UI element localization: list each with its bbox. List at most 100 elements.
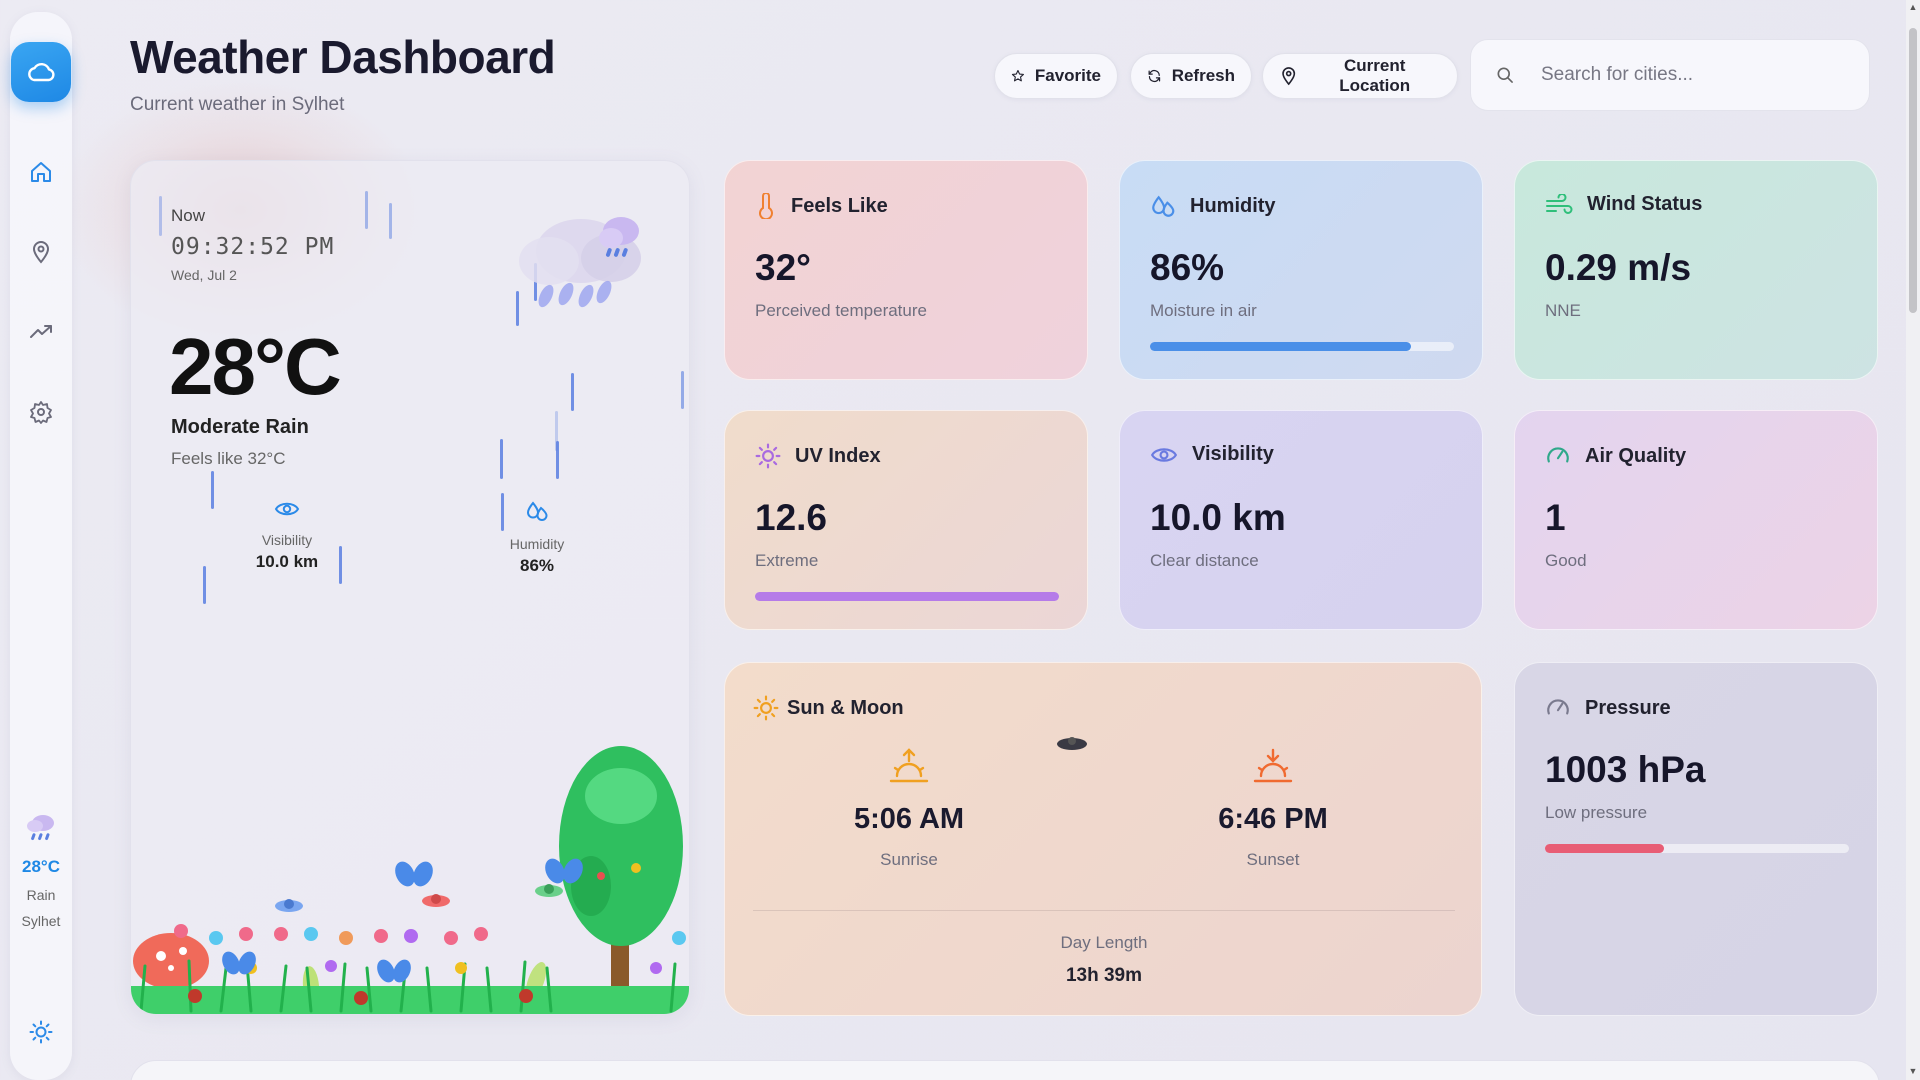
visibility-title: Visibility: [1192, 443, 1274, 465]
humidity-title: Humidity: [1190, 194, 1276, 217]
sun-icon: [753, 695, 779, 721]
air-quality-header: Air Quality: [1545, 443, 1686, 469]
rain-drop: [500, 439, 503, 479]
rain-drop: [389, 203, 392, 239]
home-icon[interactable]: [21, 152, 61, 192]
sunset-icon: [1253, 748, 1293, 783]
gauge-icon: [1547, 699, 1569, 715]
day-length-block: Day Length 13h 39m: [725, 933, 1483, 987]
visibility-mini-label: Visibility: [261, 532, 313, 548]
cloud-rain-icon: [27, 815, 54, 841]
wind-status-card: Wind Status 0.29 m/s NNE: [1514, 160, 1878, 380]
divider: [753, 910, 1455, 911]
page-subtitle: Current weather in Sylhet: [130, 94, 345, 115]
forecast-panel: [130, 1060, 1880, 1080]
scroll-down-icon[interactable]: ▼: [1908, 1066, 1918, 1076]
weather-condition: Moderate Rain: [171, 416, 309, 438]
air-quality-value: 1: [1545, 497, 1566, 538]
uv-progress-fill: [755, 592, 1059, 601]
visibility-value: 10.0 km: [1150, 497, 1286, 538]
pressure-header: Pressure: [1545, 695, 1671, 721]
butterfly-icon: [377, 959, 411, 983]
page-title: Weather Dashboard: [130, 31, 556, 83]
humidity-header: Humidity: [1150, 193, 1276, 219]
rain-drop: [571, 373, 574, 411]
bird-icon: [275, 899, 303, 912]
air-quality-title: Air Quality: [1585, 444, 1687, 467]
current-location-button[interactable]: Current Location: [1262, 53, 1458, 99]
uv-title: UV Index: [795, 444, 881, 467]
sun-moon-header: Sun & Moon: [753, 695, 904, 721]
sunrise-time: 5:06 AM: [853, 803, 965, 835]
rain-drop: [203, 566, 206, 604]
rain-drop: [556, 441, 559, 479]
cloud-logo-icon[interactable]: [11, 42, 71, 102]
bird-icon: [422, 894, 450, 907]
wind-icon: [1546, 193, 1573, 214]
ladybug-icon: [519, 989, 533, 1003]
search-bar: [1470, 39, 1870, 111]
bird-icon: [1057, 737, 1087, 750]
sidebar-city: Sylhet: [21, 913, 61, 929]
favorite-label: Favorite: [1034, 66, 1101, 85]
sidebar-condition: Rain: [26, 887, 56, 903]
humidity-card: Humidity 86% Moisture in air: [1119, 160, 1483, 380]
sunrise-icon: [889, 748, 929, 783]
scrollbar-thumb[interactable]: [1909, 28, 1917, 313]
map-pin-icon: [1282, 67, 1296, 86]
butterfly-icon: [395, 861, 433, 887]
sunset-block: 6:46 PM Sunset: [1173, 748, 1373, 870]
humidity-value: 86%: [1150, 247, 1225, 288]
visibility-header: Visibility: [1150, 443, 1274, 466]
search-input[interactable]: [1541, 64, 1841, 86]
current-time: 09:32:52 PM: [171, 234, 335, 260]
wind-direction: NNE: [1545, 301, 1581, 320]
current-temperature: 28°C: [169, 322, 342, 411]
sun-moon-title: Sun & Moon: [787, 696, 904, 719]
cloud-rain-illustration: [519, 217, 641, 308]
sun-icon: [755, 443, 781, 469]
sun-icon[interactable]: [21, 1012, 61, 1052]
humidity-mini-label: Humidity: [509, 536, 565, 552]
pressure-progress-bar: [1545, 844, 1849, 853]
bird-icon: [535, 884, 563, 897]
favorite-button[interactable]: Favorite: [994, 53, 1118, 99]
humidity-mini-value: 86%: [519, 556, 555, 575]
feels-like-desc: Perceived temperature: [755, 301, 927, 320]
star-icon: [1011, 69, 1024, 82]
humidity-mini-stat: Humidity 86%: [477, 499, 597, 576]
sunrise-label: Sunrise: [880, 850, 938, 869]
current-date: Wed, Jul 2: [171, 267, 237, 283]
pressure-value: 1003 hPa: [1545, 749, 1706, 790]
search-icon: [1497, 67, 1513, 83]
rain-drop: [211, 471, 214, 509]
wind-title: Wind Status: [1587, 193, 1703, 215]
refresh-label: Refresh: [1171, 66, 1235, 85]
pressure-card: Pressure 1003 hPa Low pressure: [1514, 662, 1878, 1016]
visibility-mini-stat: Visibility 10.0 km: [227, 499, 347, 572]
rain-drop: [681, 371, 684, 409]
rain-drop: [365, 191, 368, 229]
refresh-button[interactable]: Refresh: [1130, 53, 1252, 99]
settings-icon[interactable]: [21, 392, 61, 432]
uv-index-card: UV Index 12.6 Extreme: [724, 410, 1088, 630]
humidity-progress-fill: [1150, 342, 1412, 351]
visibility-desc: Clear distance: [1150, 551, 1259, 570]
feels-like-header: Feels Like: [755, 193, 888, 219]
garden-illustration: [131, 746, 689, 1014]
feels-like-value: 32°: [755, 247, 811, 288]
pressure-desc: Low pressure: [1545, 803, 1648, 822]
now-label: Now: [171, 206, 206, 225]
map-pin-icon[interactable]: [21, 232, 61, 272]
uv-progress-bar: [755, 592, 1059, 601]
refresh-icon: [1148, 70, 1161, 82]
pressure-progress-fill: [1545, 844, 1664, 853]
scrollbar[interactable]: ▲ ▼: [1906, 0, 1920, 1080]
scroll-up-icon[interactable]: ▲: [1908, 2, 1918, 12]
trending-icon[interactable]: [21, 312, 61, 352]
visibility-card: Visibility 10.0 km Clear distance: [1119, 410, 1483, 630]
sun-moon-card: Sun & Moon 5:06 AM Sunrise 6:46 PM Sunse…: [724, 662, 1482, 1016]
uv-value: 12.6: [755, 497, 828, 538]
droplets-icon: [526, 501, 548, 521]
current-location-label: Current Location: [1339, 56, 1411, 95]
